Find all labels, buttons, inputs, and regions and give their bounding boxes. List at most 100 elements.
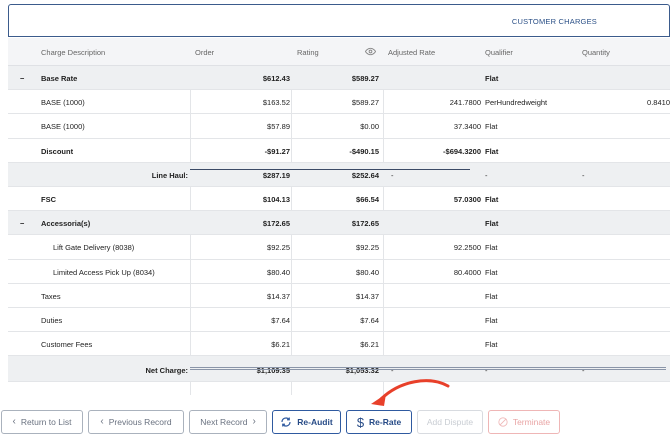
header-quantity: Quantity [582,48,610,57]
next-record-label: Next Record [200,417,248,427]
footer-toolbar: ‹ Return to List ‹ Previous Record Next … [0,408,670,436]
quantity-value: 0.8410 [647,98,670,108]
rating-value: $92.25 [356,243,379,253]
re-rate-button[interactable]: $ Re-Rate [346,410,412,434]
adjusted-rate-value: 92.2500 [453,243,481,253]
table-row: FSC $104.13 $66.54 57.0300 Flat [8,187,670,212]
charge-description: Net Charge: [145,366,188,376]
qualifier-value: - [485,170,488,180]
chevron-left-icon: ‹ [12,416,16,427]
re-audit-label: Re-Audit [297,417,333,427]
subtotal-divider [190,169,470,170]
qualifier-value: Flat [485,122,498,132]
order-value: $612.43 [262,74,290,83]
table-row: − Base Rate $612.43 $589.27 Flat [8,66,670,91]
net-charge-divider [190,367,666,370]
return-to-list-button[interactable]: ‹ Return to List [1,410,83,434]
rating-value: $80.40 [356,267,379,277]
rating-value: -$490.15 [349,146,379,156]
eye-icon[interactable] [365,46,376,57]
table-row: BASE (1000) $163.52 $589.27 241.7800 Per… [8,90,670,115]
charge-description: FSC [41,194,56,204]
previous-record-label: Previous Record [108,417,172,427]
re-rate-label: Re-Rate [369,417,402,427]
charge-description: Taxes [41,291,61,301]
charge-description: BASE (1000) [41,98,85,108]
order-value: $80.40 [267,267,290,277]
rating-value: $7.64 [360,315,379,325]
table-row: Customer Fees $6.21 $6.21 Flat [8,332,670,357]
table-row: Duties $7.64 $7.64 Flat [8,308,670,333]
rating-value: $6.21 [360,340,379,350]
charge-description: Lift Gate Delivery (8038) [53,243,135,253]
order-value: $57.89 [267,122,290,132]
charge-description: Base Rate [41,74,78,83]
qualifier-value: Flat [485,340,498,350]
adjusted-rate-value: 57.0300 [453,194,481,204]
charge-description: Accessoria(s) [41,219,91,229]
header-rating: Rating [297,48,319,57]
table-row: Limited Access Pick Up (8034) $80.40 $80… [8,260,670,284]
rating-value: $172.65 [351,219,379,229]
table-row: BASE (1000) $57.89 $0.00 37.3400 Flat [8,114,670,139]
order-value: $287.19 [262,170,290,180]
charge-description: Customer Fees [41,340,93,350]
terminate-button[interactable]: Terminate [488,410,560,434]
previous-record-button[interactable]: ‹ Previous Record [88,410,184,434]
chevron-right-icon: › [252,416,256,427]
order-value: $14.37 [267,291,290,301]
header-charge-description: Charge Description [41,48,106,57]
rating-value: $14.37 [356,291,379,301]
table-row: Discount -$91.27 -$490.15 -$694.3200 Fla… [8,139,670,163]
return-to-list-label: Return to List [20,417,72,427]
next-record-button[interactable]: Next Record › [189,410,267,434]
table-row: − Accessoria(s) $172.65 $172.65 Flat [8,211,670,236]
qualifier-value: Flat [485,74,499,83]
qualifier-value: Flat [485,146,499,156]
table-row: Line Haul: $287.19 $252.64 - - - [8,162,670,187]
order-value: $163.52 [262,98,290,108]
adjusted-rate-value: 241.7800 [449,98,481,108]
adjusted-rate-value: - [391,170,394,180]
add-dispute-button[interactable]: Add Dispute [417,410,483,434]
qualifier-value: Flat [485,243,498,253]
qualifier-value: Flat [485,267,498,277]
terminate-label: Terminate [512,417,551,427]
rating-value: $589.27 [351,74,379,83]
refresh-icon [281,417,291,427]
re-audit-button[interactable]: Re-Audit [272,410,341,434]
order-value: $6.21 [271,340,290,350]
adjusted-rate-value: 80.4000 [453,267,481,277]
charge-description: BASE (1000) [41,122,85,132]
charges-table: Charge Description Order Rating Adjusted… [8,38,670,383]
charge-description: Discount [41,146,74,156]
tab-bar: CUSTOMER CHARGES [8,4,670,37]
quantity-value: - [582,170,585,180]
rating-value: $252.64 [351,170,379,180]
table-header: Charge Description Order Rating Adjusted… [8,38,670,66]
order-value: $7.64 [271,315,290,325]
charge-description: Limited Access Pick Up (8034) [53,267,155,277]
header-adjusted-rate: Adjusted Rate [388,48,436,57]
charge-description: Line Haul: [151,170,188,180]
table-row: Taxes $14.37 $14.37 Flat [8,284,670,308]
collapse-toggle[interactable]: − [20,219,24,228]
chevron-left-icon: ‹ [100,416,104,427]
order-value: $92.25 [267,243,290,253]
header-order: Order [195,48,215,57]
qualifier-value: Flat [485,291,498,301]
rating-value: $589.27 [351,98,379,108]
adjusted-rate-value: -$694.3200 [443,146,481,156]
qualifier-value: Flat [485,219,499,229]
rating-value: $66.54 [356,194,379,204]
collapse-toggle[interactable]: − [20,74,24,83]
header-qualifier: Qualifier [485,48,513,57]
order-value: $172.65 [262,219,290,229]
charge-description: Duties [41,315,63,325]
qualifier-value: PerHundredweight [485,98,548,108]
order-value: $104.13 [262,194,290,204]
add-dispute-label: Add Dispute [426,417,474,427]
tab-customer-charges[interactable]: CUSTOMER CHARGES [512,17,597,26]
rating-value: $0.00 [360,122,379,132]
table-row: Lift Gate Delivery (8038) $92.25 $92.25 … [8,235,670,260]
